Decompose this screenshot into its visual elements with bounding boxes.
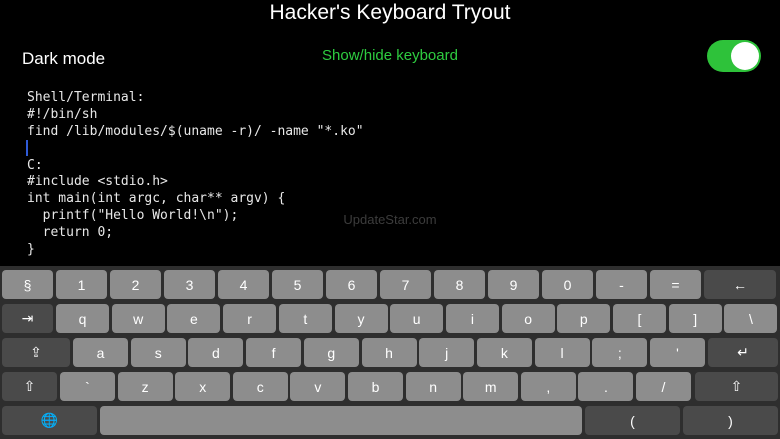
key-row4-7[interactable]: n xyxy=(405,372,461,401)
key-148[interactable]: i xyxy=(445,304,499,333)
backspace-key[interactable]: ← xyxy=(704,270,776,299)
key-10[interactable]: 0 xyxy=(542,270,593,299)
key-147[interactable]: u xyxy=(390,304,444,333)
dark-mode-toggle[interactable] xyxy=(707,40,761,72)
key-1413[interactable]: \ xyxy=(724,304,778,333)
show-hide-keyboard-button[interactable]: Show/hide keyboard xyxy=(0,45,780,67)
key-row4-3[interactable]: x xyxy=(175,372,231,401)
key-143[interactable]: e xyxy=(167,304,221,333)
key-146[interactable]: y xyxy=(334,304,388,333)
key-8[interactable]: 8 xyxy=(434,270,485,299)
right-shift-key[interactable]: ⇧ xyxy=(695,372,778,401)
key-12[interactable]: = xyxy=(650,270,701,299)
page-title: Hacker's Keyboard Tryout xyxy=(269,1,511,24)
watermark: UpdateStar.com xyxy=(343,212,437,227)
key-145[interactable]: t xyxy=(278,304,332,333)
key-row4-2[interactable]: z xyxy=(117,372,173,401)
key-5[interactable]: 5 xyxy=(272,270,323,299)
enter-key[interactable]: ↵ xyxy=(708,338,778,367)
key-row4-4[interactable]: c xyxy=(232,372,288,401)
key-row4-8[interactable]: m xyxy=(463,372,519,401)
key-row4-9[interactable]: , xyxy=(520,372,576,401)
editor-caret-line xyxy=(26,139,747,157)
editor-line: C: xyxy=(27,157,43,173)
key-6[interactable]: 6 xyxy=(326,270,377,299)
space-bar[interactable] xyxy=(100,406,582,435)
text-caret xyxy=(26,139,28,156)
key-row3-1[interactable]: a xyxy=(73,338,128,367)
key-row3-7[interactable]: j xyxy=(419,338,475,367)
key-1412[interactable]: ] xyxy=(668,304,722,333)
key-7[interactable]: 7 xyxy=(380,270,431,299)
key-row3-3[interactable]: d xyxy=(188,338,244,367)
globe-key[interactable]: 🌐 xyxy=(2,406,97,435)
key-row4-10[interactable]: . xyxy=(578,372,634,401)
right-paren-key[interactable]: ) xyxy=(683,406,778,435)
key-2[interactable]: 2 xyxy=(110,270,161,299)
key-1411[interactable]: [ xyxy=(613,304,666,333)
key-row3-2[interactable]: s xyxy=(130,338,186,367)
tab-key[interactable]: ⇥ xyxy=(2,304,53,333)
key-141[interactable]: q xyxy=(56,304,109,333)
key-11[interactable]: - xyxy=(596,270,647,299)
key-row3-9[interactable]: l xyxy=(534,338,590,367)
key-row3-4[interactable]: f xyxy=(246,338,302,367)
left-paren-key[interactable]: ( xyxy=(585,406,680,435)
key-144[interactable]: r xyxy=(223,304,277,333)
key-9[interactable]: 9 xyxy=(488,270,539,299)
key-row3-5[interactable]: g xyxy=(303,338,359,367)
key-row4-1[interactable]: ` xyxy=(60,372,115,401)
soft-keyboard: § 1 2 3 4 5 6 7 8 9 0- = ← ⇥ q w e r t y u i o p[] \ ⇪ a s d f g h j k l; '… xyxy=(0,266,780,439)
text-editor[interactable]: Shell/Terminal: #!/bin/sh find /lib/modu… xyxy=(26,89,747,265)
editor-line: } xyxy=(27,242,35,258)
key-149[interactable]: o xyxy=(501,304,555,333)
key-4[interactable]: 4 xyxy=(218,270,269,299)
editor-line: Shell/Terminal: xyxy=(27,90,145,105)
key-row3-8[interactable]: k xyxy=(476,338,532,367)
caps-lock-key[interactable]: ⇪ xyxy=(2,338,70,367)
editor-line: #!/bin/sh xyxy=(27,106,98,122)
key-row4-11[interactable]: / xyxy=(636,372,691,401)
key-row3-10[interactable]: ; xyxy=(592,338,648,367)
key-0[interactable]: § xyxy=(2,270,53,299)
key-row3-11[interactable]: ' xyxy=(650,338,705,367)
key-row4-6[interactable]: b xyxy=(348,372,403,401)
key-1410[interactable]: p xyxy=(557,304,611,333)
key-row4-5[interactable]: v xyxy=(290,372,346,401)
key-1[interactable]: 1 xyxy=(56,270,107,299)
left-shift-key[interactable]: ⇧ xyxy=(2,372,57,401)
key-row3-6[interactable]: h xyxy=(361,338,417,367)
editor-line: find /lib/modules/$(uname -r)/ -name "*.… xyxy=(27,123,364,139)
editor-line: #include <stdio.h> xyxy=(27,174,168,190)
toggle-knob xyxy=(731,42,759,70)
key-142[interactable]: w xyxy=(111,304,165,333)
key-3[interactable]: 3 xyxy=(164,270,215,299)
editor-line: int main(int argc, char** argv) { xyxy=(27,191,286,207)
